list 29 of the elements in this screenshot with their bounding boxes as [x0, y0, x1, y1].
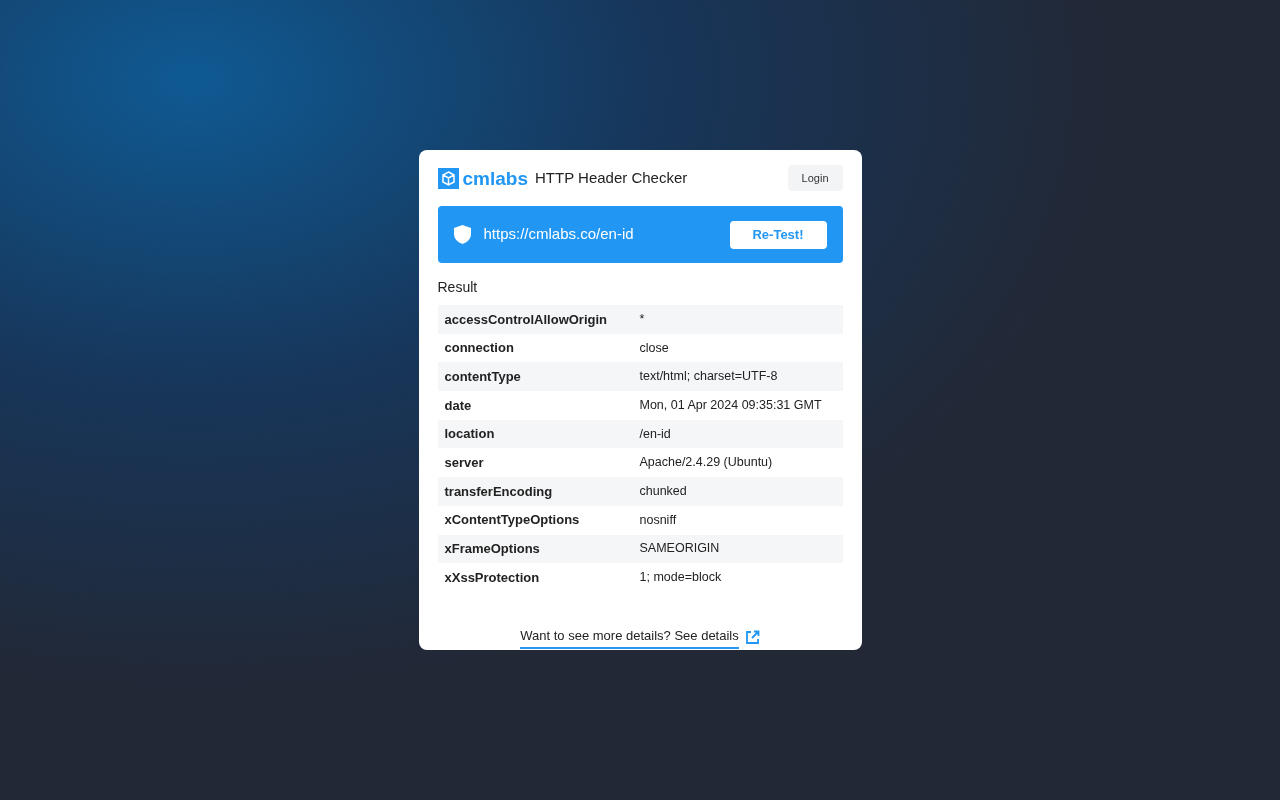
header-name: contentType — [444, 367, 522, 386]
cube-logo-icon — [437, 167, 459, 189]
header-value: * — [639, 310, 645, 328]
see-details-link[interactable]: Want to see more details? See details — [520, 625, 760, 650]
header-name: location — [444, 425, 496, 444]
tested-url: https://cmlabs.co/en-id — [483, 224, 634, 245]
header-name: xFrameOptions — [444, 540, 541, 559]
result-heading: Result — [437, 278, 479, 297]
header-value: close — [639, 339, 669, 357]
login-button[interactable]: Login — [787, 164, 843, 192]
header-name: date — [444, 396, 473, 415]
header-value: 1; mode=block — [639, 569, 722, 587]
header-name: transferEncoding — [444, 482, 554, 501]
header-name: connection — [444, 339, 515, 358]
header-value: text/html; charset=UTF-8 — [639, 368, 778, 386]
header-value: chunked — [639, 483, 687, 501]
header-value: nosniff — [639, 511, 677, 529]
page-title: HTTP Header Checker — [535, 167, 688, 188]
header-name: server — [444, 454, 485, 473]
shield-icon — [453, 225, 471, 244]
header-value: Mon, 01 Apr 2024 09:35:31 GMT — [639, 397, 822, 415]
header-value: /en-id — [639, 425, 671, 443]
header-name: xContentTypeOptions — [444, 511, 581, 530]
header-name: accessControlAllowOrigin — [444, 310, 609, 329]
header-value: Apache/2.4.29 (Ubuntu) — [639, 454, 773, 472]
brand-name: cmlabs — [462, 168, 528, 188]
header-name: xXssProtection — [444, 568, 541, 587]
header-value: SAMEORIGIN — [639, 540, 720, 558]
external-link-icon — [744, 630, 760, 646]
